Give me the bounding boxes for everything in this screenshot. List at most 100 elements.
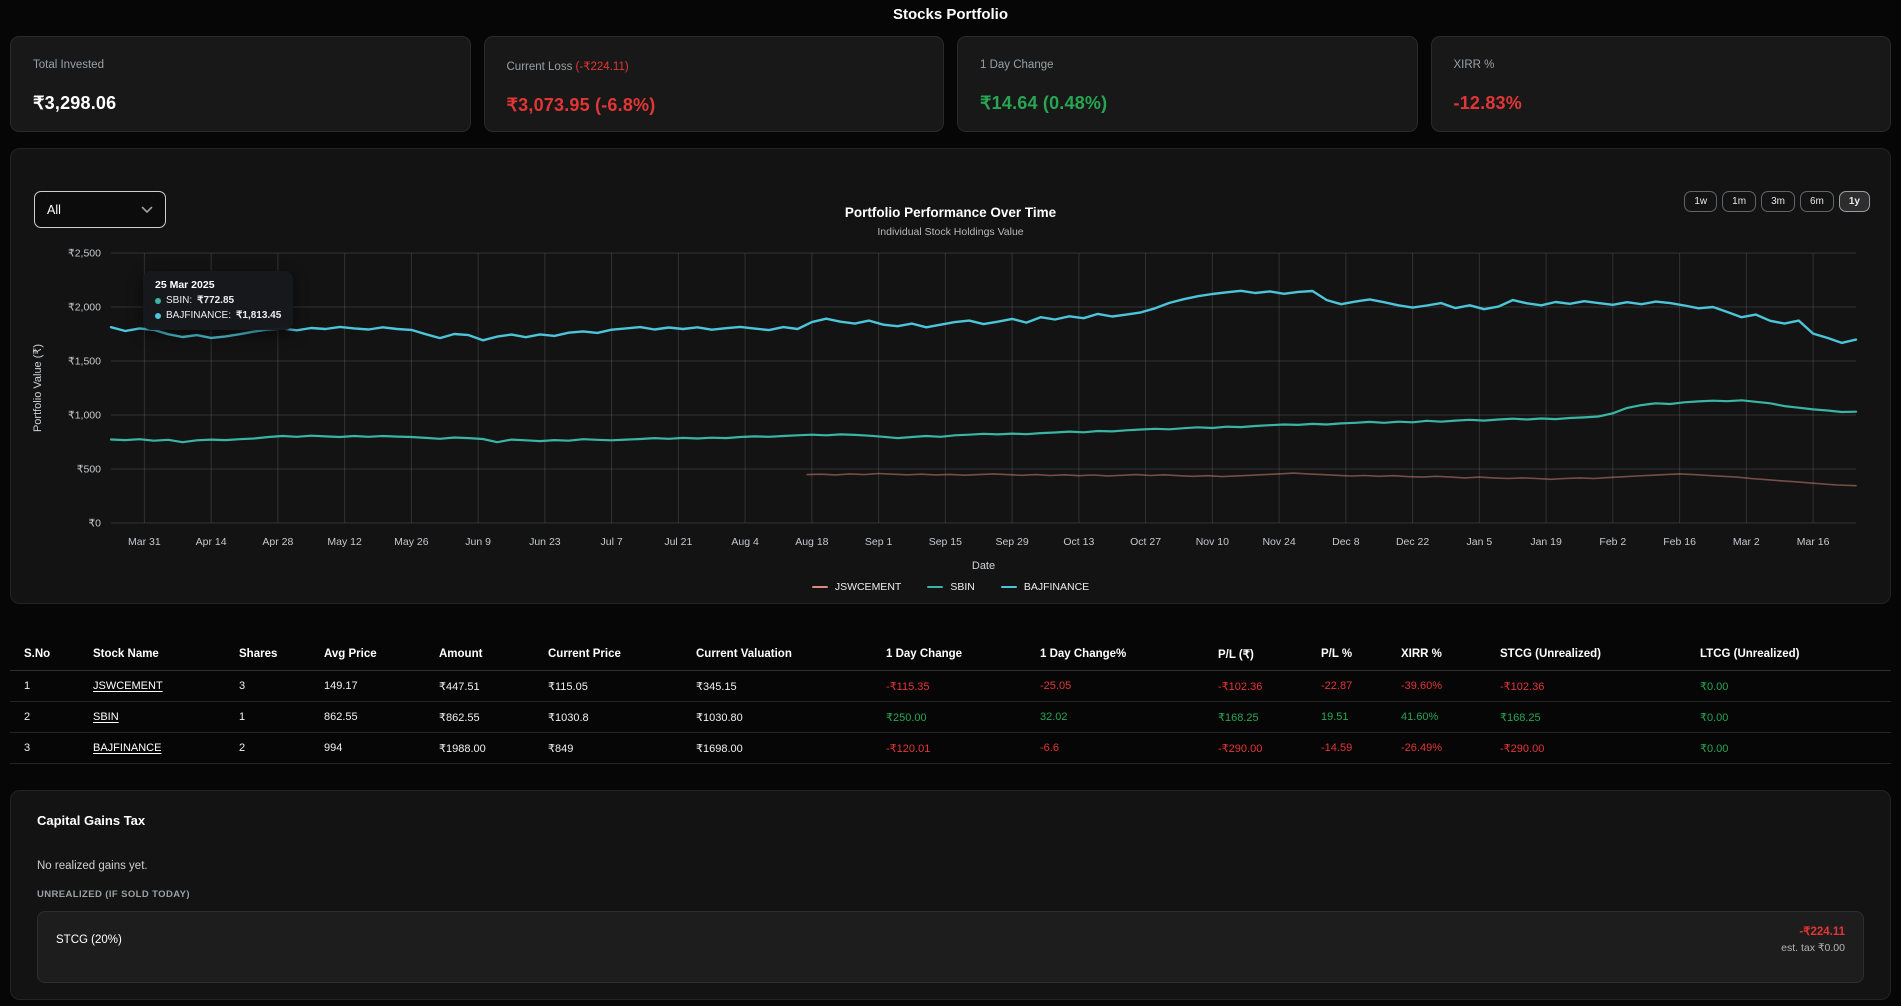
- cell-amount: ₹862.55: [439, 711, 548, 724]
- x-tick-label: Aug 18: [795, 536, 828, 548]
- cell-cprice: ₹1030.8: [548, 711, 696, 724]
- realized-gains-note: No realized gains yet.: [37, 860, 1864, 872]
- cell-ltcg: ₹0.00: [1700, 711, 1891, 724]
- column-header-plp: P/L %: [1321, 648, 1401, 660]
- summary-card-label-text: 1 Day Change: [980, 59, 1054, 71]
- column-header-ltcg: LTCG (Unrealized): [1700, 648, 1891, 660]
- x-tick-label: Mar 31: [128, 536, 161, 548]
- x-tick-label: Jan 5: [1467, 536, 1493, 548]
- cell-shares: 1: [239, 711, 324, 723]
- legend-item-bajfinance: BAJFINANCE: [1001, 581, 1089, 593]
- x-tick-label: Dec 8: [1332, 536, 1360, 548]
- x-tick-label: Sep 29: [995, 536, 1028, 548]
- unrealized-heading: UNREALIZED (IF SOLD TODAY): [37, 889, 1864, 900]
- summary-card-total-invested: Total Invested₹3,298.06: [10, 36, 471, 132]
- column-header-stcg: STCG (Unrealized): [1500, 648, 1700, 660]
- stock-link[interactable]: JSWCEMENT: [93, 680, 163, 692]
- cell-name: BAJFINANCE: [93, 742, 239, 754]
- summary-cards: Total Invested₹3,298.06Current Loss (-₹2…: [10, 36, 1891, 132]
- table-row: 1JSWCEMENT3149.17₹447.51₹115.05₹345.15-₹…: [10, 671, 1891, 702]
- cell-ltcg: ₹0.00: [1700, 742, 1891, 755]
- column-header-amount: Amount: [439, 648, 548, 660]
- cell-dchange: -₹120.01: [886, 742, 1040, 755]
- tooltip-date: 25 Mar 2025: [155, 279, 281, 291]
- cell-amount: ₹1988.00: [439, 742, 548, 755]
- stock-filter-value: All: [47, 203, 61, 217]
- stock-link[interactable]: BAJFINANCE: [93, 742, 161, 754]
- holdings-table: S.NoStock NameSharesAvg PriceAmountCurre…: [10, 638, 1891, 764]
- cell-plp: 19.51: [1321, 711, 1401, 723]
- x-tick-label: Nov 10: [1196, 536, 1229, 548]
- x-tick-label: Jul 7: [601, 536, 623, 548]
- series-line-bajfinance: [111, 291, 1856, 343]
- cell-plp: -22.87: [1321, 680, 1401, 692]
- cell-cval: ₹345.15: [696, 680, 886, 693]
- x-tick-label: May 26: [394, 536, 429, 548]
- cell-avg: 862.55: [324, 711, 439, 723]
- cell-amount: ₹447.51: [439, 680, 548, 693]
- page-title: Stocks Portfolio: [10, 6, 1891, 23]
- cell-sno: 1: [24, 680, 93, 692]
- x-tick-label: May 12: [327, 536, 362, 548]
- cell-xirr: -39.60%: [1401, 680, 1500, 692]
- range-button-1w[interactable]: 1w: [1684, 191, 1717, 212]
- summary-card-label: 1 Day Change: [980, 59, 1395, 71]
- summary-card-label: Total Invested: [33, 59, 448, 71]
- table-row: 2SBIN1862.55₹862.55₹1030.8₹1030.80₹250.0…: [10, 702, 1891, 733]
- cell-shares: 3: [239, 680, 324, 692]
- cell-sno: 3: [24, 742, 93, 754]
- column-header-name: Stock Name: [93, 648, 239, 660]
- table-body: 1JSWCEMENT3149.17₹447.51₹115.05₹345.15-₹…: [10, 671, 1891, 764]
- cell-pl: -₹290.00: [1218, 742, 1321, 755]
- x-tick-label: Mar 16: [1797, 536, 1830, 548]
- range-button-6m[interactable]: 6m: [1800, 191, 1834, 212]
- cell-ltcg: ₹0.00: [1700, 680, 1891, 693]
- tooltip-rows: SBIN:₹772.85BAJFINANCE:₹1,813.45: [155, 295, 281, 321]
- summary-card-label: XIRR %: [1454, 59, 1869, 71]
- y-tick-label: ₹0: [88, 518, 101, 530]
- x-tick-label: Jun 23: [529, 536, 561, 548]
- cell-cprice: ₹849: [548, 742, 696, 755]
- cell-cval: ₹1698.00: [696, 742, 886, 755]
- cell-pl: -₹102.36: [1218, 680, 1321, 693]
- summary-card-xirr: XIRR % -12.83%: [1431, 36, 1892, 132]
- summary-card-value: -12.83%: [1454, 93, 1869, 114]
- tooltip-series-value: ₹1,813.45: [236, 310, 281, 321]
- time-range-buttons: 1w1m3m6m1y: [1684, 191, 1870, 212]
- capital-gains-card: Capital Gains Tax No realized gains yet.…: [10, 790, 1891, 1000]
- legend-label: JSWCEMENT: [835, 581, 902, 593]
- x-tick-label: Feb 16: [1663, 536, 1696, 548]
- table-header-row: S.NoStock NameSharesAvg PriceAmountCurre…: [10, 638, 1891, 671]
- capital-gains-title: Capital Gains Tax: [37, 813, 1864, 828]
- x-tick-label: Apr 28: [262, 536, 293, 548]
- stock-filter-dropdown[interactable]: All: [34, 191, 166, 228]
- chevron-down-icon: [141, 206, 153, 214]
- y-tick-label: ₹2,500: [68, 248, 101, 260]
- column-header-dchangep: 1 Day Change%: [1040, 648, 1218, 660]
- tooltip-series-label: BAJFINANCE:: [166, 310, 231, 321]
- x-tick-label: Nov 24: [1262, 536, 1295, 548]
- tooltip-series-dot: [155, 313, 161, 319]
- cell-cprice: ₹115.05: [548, 680, 696, 693]
- x-tick-label: Mar 2: [1733, 536, 1760, 548]
- cell-sno: 2: [24, 711, 93, 723]
- x-tick-label: Oct 13: [1063, 536, 1094, 548]
- x-tick-label: Aug 4: [731, 536, 759, 548]
- column-header-xirr: XIRR %: [1401, 648, 1500, 660]
- stock-link[interactable]: SBIN: [93, 711, 119, 723]
- stcg-values: -₹224.11 est. tax ₹0.00: [1781, 924, 1845, 972]
- x-tick-label: Jun 9: [465, 536, 491, 548]
- range-button-3m[interactable]: 3m: [1761, 191, 1795, 212]
- range-button-1y[interactable]: 1y: [1839, 191, 1870, 212]
- column-header-sno: S.No: [24, 648, 93, 660]
- chart-header-spacer: [11, 149, 1890, 247]
- x-tick-label: Apr 14: [196, 536, 227, 548]
- range-button-1m[interactable]: 1m: [1722, 191, 1756, 212]
- cell-shares: 2: [239, 742, 324, 754]
- x-tick-label: Oct 27: [1130, 536, 1161, 548]
- cell-stcg: -₹102.36: [1500, 680, 1700, 693]
- column-header-pl: P/L (₹): [1218, 647, 1321, 661]
- cell-dchangep: -6.6: [1040, 742, 1218, 754]
- legend-item-sbin: SBIN: [927, 581, 975, 593]
- legend-label: SBIN: [950, 581, 975, 593]
